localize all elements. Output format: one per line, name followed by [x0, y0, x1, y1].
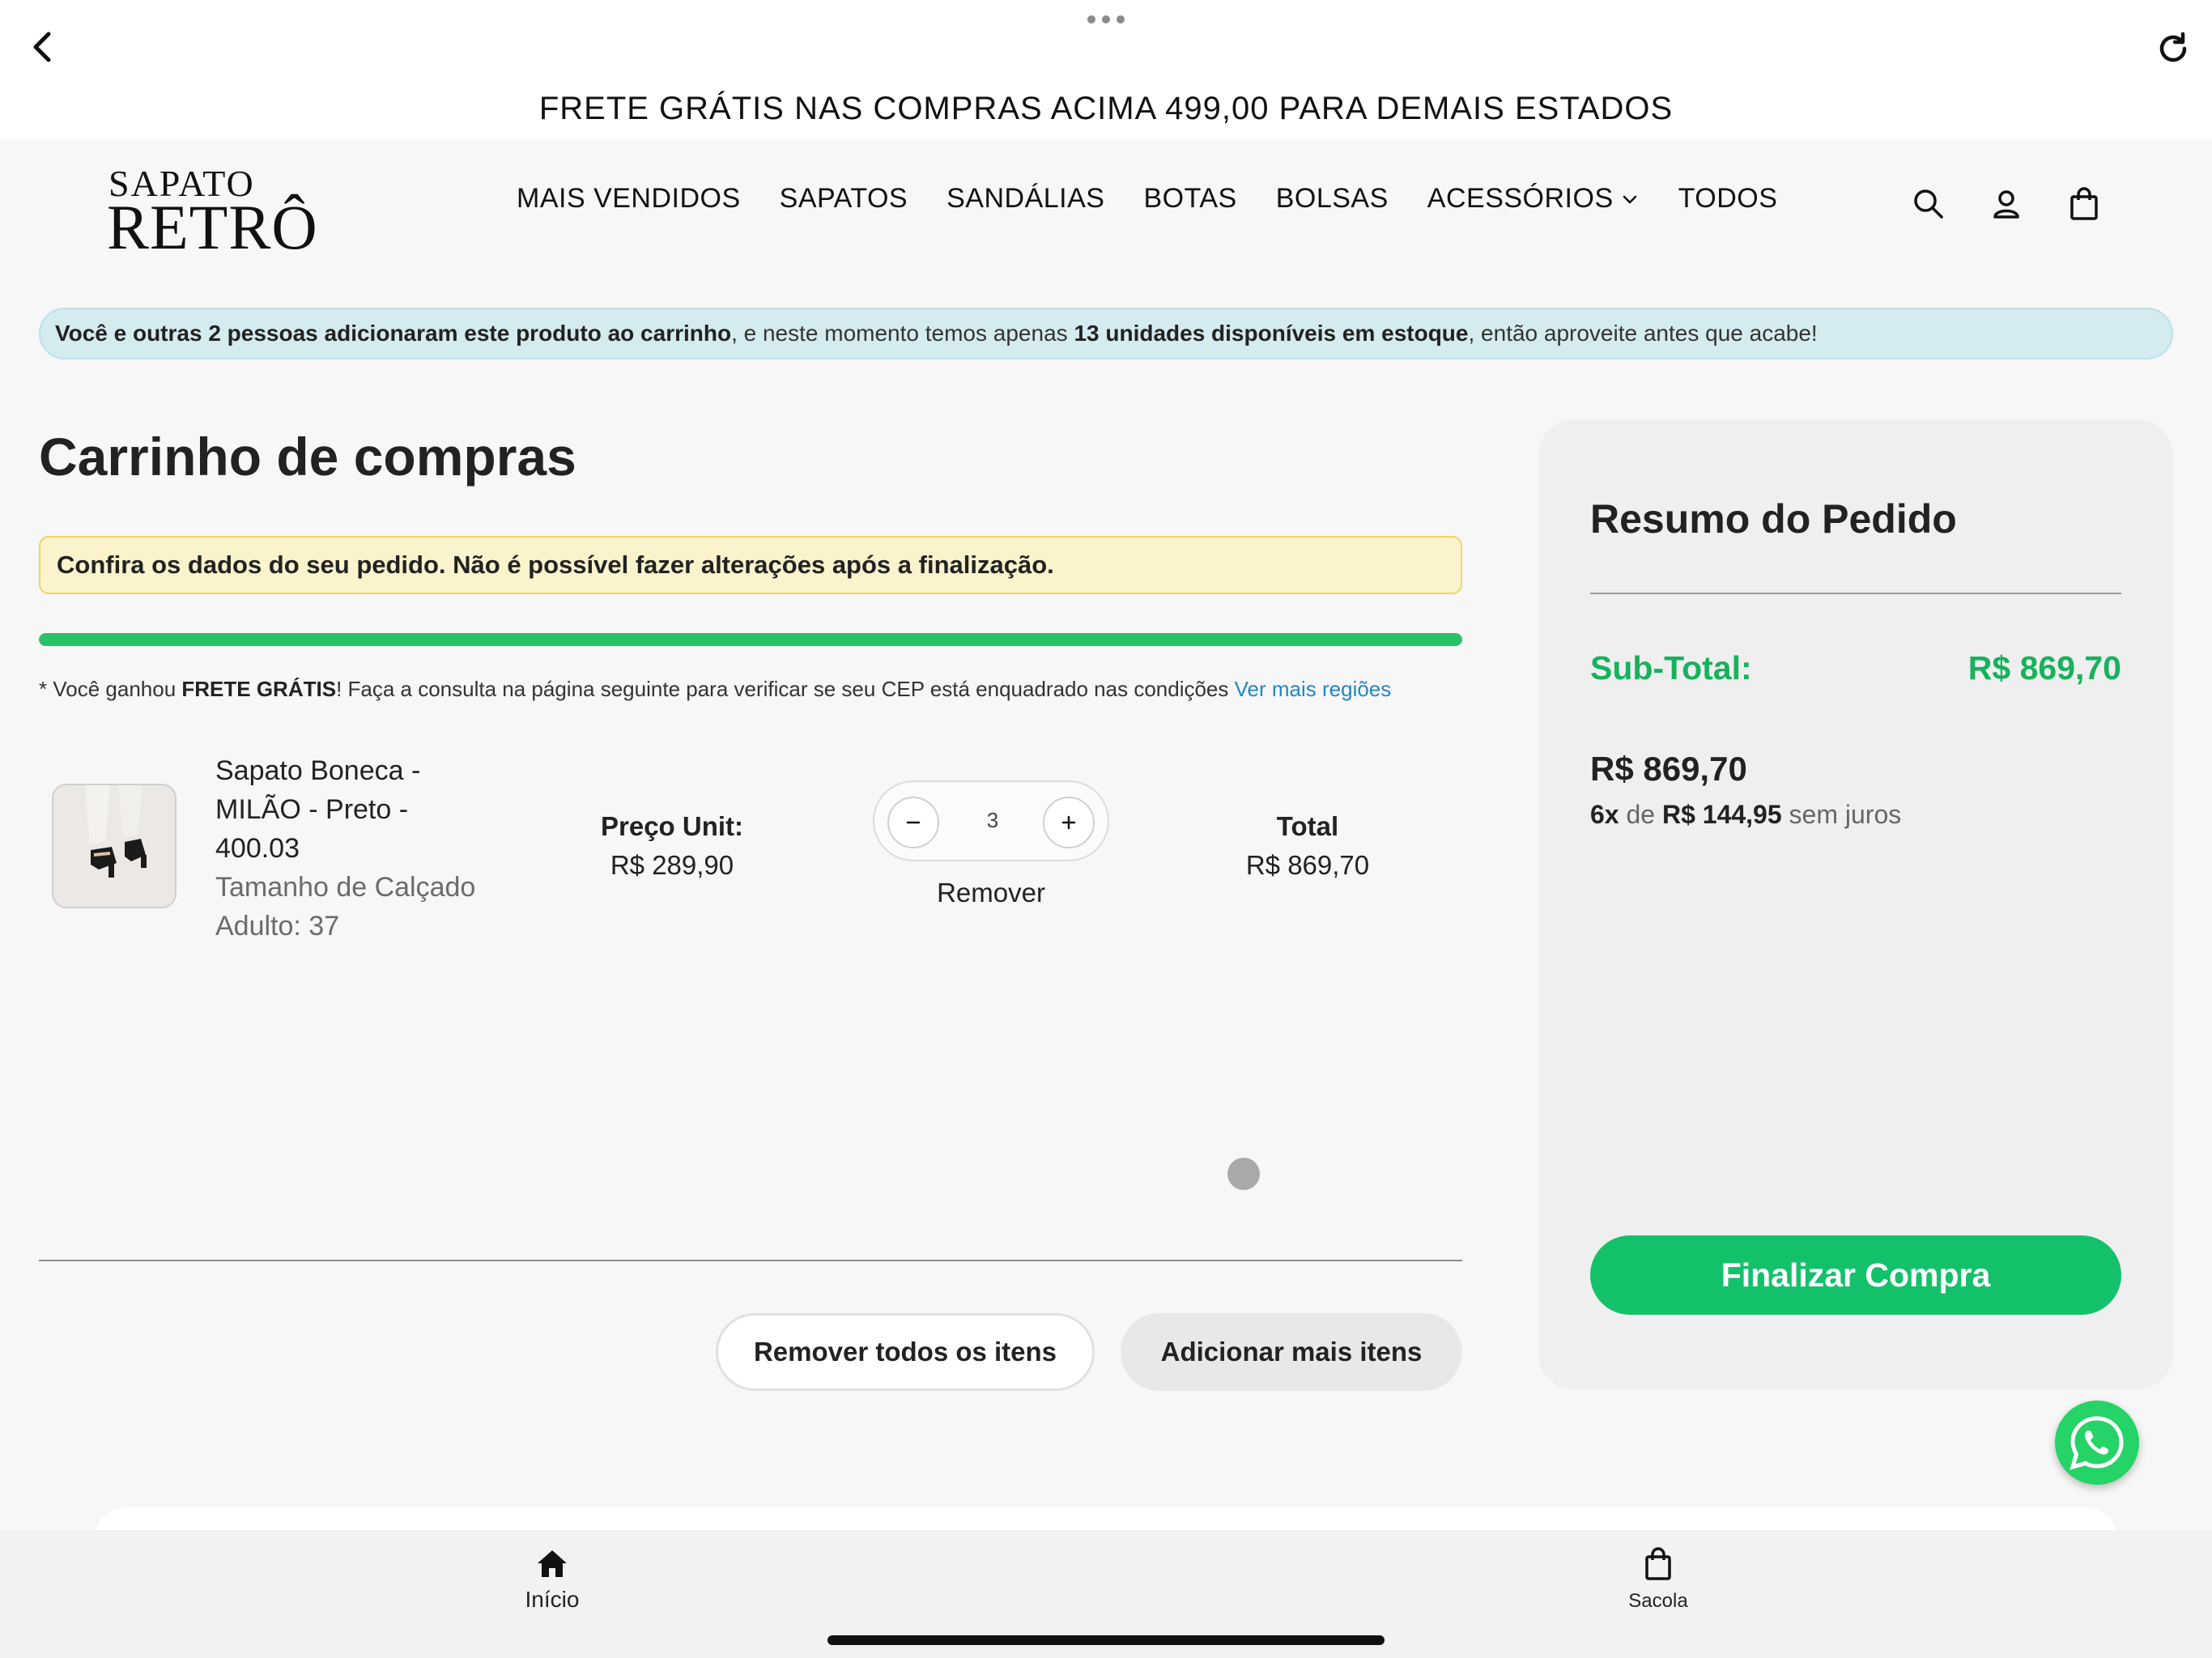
item-total-value: R$ 869,70 [1245, 850, 1370, 880]
page-title: Carrinho de compras [39, 427, 576, 487]
search-icon[interactable] [1909, 185, 1948, 223]
cart-divider [39, 1260, 1462, 1261]
subtotal-label: Sub-Total: [1590, 649, 1752, 687]
proof-text-1: , e neste momento temos apenas [731, 321, 1074, 346]
unit-price-value: R$ 289,90 [610, 850, 734, 880]
quantity-stepper: 3 [873, 780, 1109, 861]
installments-de: de [1619, 800, 1662, 829]
order-total: R$ 869,70 [1590, 750, 1747, 788]
quantity-value[interactable]: 3 [952, 808, 1033, 833]
installments-info: 6x de R$ 144,95 sem juros [1590, 800, 1901, 830]
order-summary-panel: Resumo do Pedido Sub-Total: R$ 869,70 R$… [1538, 419, 2173, 1389]
item-total-label: Total [1276, 811, 1339, 841]
social-proof-banner: Você e outras 2 pessoas adicionaram este… [39, 308, 2173, 359]
view-more-regions-link[interactable]: Ver mais regiões [1235, 677, 1392, 701]
installments-suffix: sem juros [1781, 800, 1902, 829]
shopping-bag-icon [1645, 1547, 1671, 1580]
product-thumbnail[interactable] [52, 784, 177, 908]
reload-icon[interactable] [2150, 26, 2196, 71]
shopping-bag-icon[interactable] [2065, 185, 2104, 223]
ellipsis-icon[interactable] [1085, 11, 1127, 28]
summary-divider [1590, 593, 2121, 594]
nav-item-sapatos[interactable]: SAPATOS [780, 183, 908, 215]
free-shipping-progress-bar [39, 633, 1462, 646]
proof-bold-2: 13 unidades disponíveis em estoque [1074, 321, 1469, 346]
nav-item-mais-vendidos[interactable]: MAIS VENDIDOS [517, 183, 741, 215]
installments-value: R$ 144,95 [1661, 800, 1782, 829]
store-logo[interactable]: SAPATO RETRÔ [107, 159, 317, 262]
remove-all-items-button[interactable]: Remover todos os itens [716, 1313, 1095, 1391]
order-summary-title: Resumo do Pedido [1590, 496, 1957, 542]
warning-alert: Confira os dados do seu pedido. Não é po… [39, 536, 1462, 594]
plus-icon [1061, 815, 1076, 830]
free-ship-suffix: ! Faça a consulta na página seguinte par… [336, 677, 1235, 701]
installments-count: 6x [1590, 800, 1619, 829]
nav-item-botas[interactable]: BOTAS [1143, 183, 1236, 215]
increase-quantity-button[interactable] [1043, 797, 1095, 848]
progress-fill [39, 633, 1462, 646]
proof-text-2: , então aproveite antes que acabe! [1468, 321, 1818, 346]
nav-item-sandalias[interactable]: SANDÁLIAS [946, 183, 1104, 215]
whatsapp-button[interactable] [2055, 1401, 2139, 1485]
checkout-button[interactable]: Finalizar Compra [1590, 1235, 2121, 1315]
product-name[interactable]: Sapato Boneca - MILÃO - Preto - 400.03 [215, 751, 483, 868]
logo-line-2: RETRÔ [107, 192, 318, 262]
free-shipping-note: * Você ganhou FRETE GRÁTIS! Faça a consu… [39, 677, 1391, 702]
promo-banner-text: FRETE GRÁTIS NAS COMPRAS ACIMA 499,00 PA… [538, 91, 1674, 126]
chevron-down-icon [1623, 195, 1636, 203]
nav-item-acessorios[interactable]: ACESSÓRIOS [1427, 183, 1640, 215]
decrease-quantity-button[interactable] [887, 797, 939, 848]
scroll-indicator-dot [1227, 1158, 1260, 1190]
tab-home-label: Início [525, 1587, 580, 1612]
minus-icon [906, 821, 921, 824]
product-info: Sapato Boneca - MILÃO - Preto - 400.03 T… [215, 751, 483, 946]
add-more-items-button[interactable]: Adicionar mais itens [1121, 1313, 1462, 1391]
subtotal-value: R$ 869,70 [1967, 649, 2121, 687]
chevron-left-icon[interactable] [21, 24, 66, 70]
unit-price-label: Preço Unit: [600, 811, 744, 841]
nav-item-todos[interactable]: TODOS [1678, 183, 1778, 215]
main-nav: MAIS VENDIDOS SAPATOS SANDÁLIAS BOTAS BO… [517, 183, 1777, 215]
user-icon[interactable] [1987, 185, 2026, 223]
tab-bag[interactable]: Sacola [1577, 1545, 1739, 1613]
free-ship-bold: FRETE GRÁTIS [181, 677, 337, 701]
free-ship-prefix: * Você ganhou [39, 677, 182, 701]
home-indicator [827, 1635, 1385, 1645]
tab-bag-label: Sacola [1628, 1590, 1688, 1612]
whatsapp-icon [2069, 1416, 2124, 1470]
nav-item-bolsas[interactable]: BOLSAS [1276, 183, 1389, 215]
tab-home[interactable]: Início [471, 1545, 633, 1613]
nav-item-acessorios-label: ACESSÓRIOS [1427, 183, 1614, 214]
product-variant: Tamanho de Calçado Adulto: 37 [215, 872, 476, 942]
proof-bold-1: Você e outras 2 pessoas adicionaram este… [55, 321, 732, 346]
remove-item-link[interactable]: Remover [873, 878, 1109, 908]
home-icon [538, 1550, 567, 1577]
